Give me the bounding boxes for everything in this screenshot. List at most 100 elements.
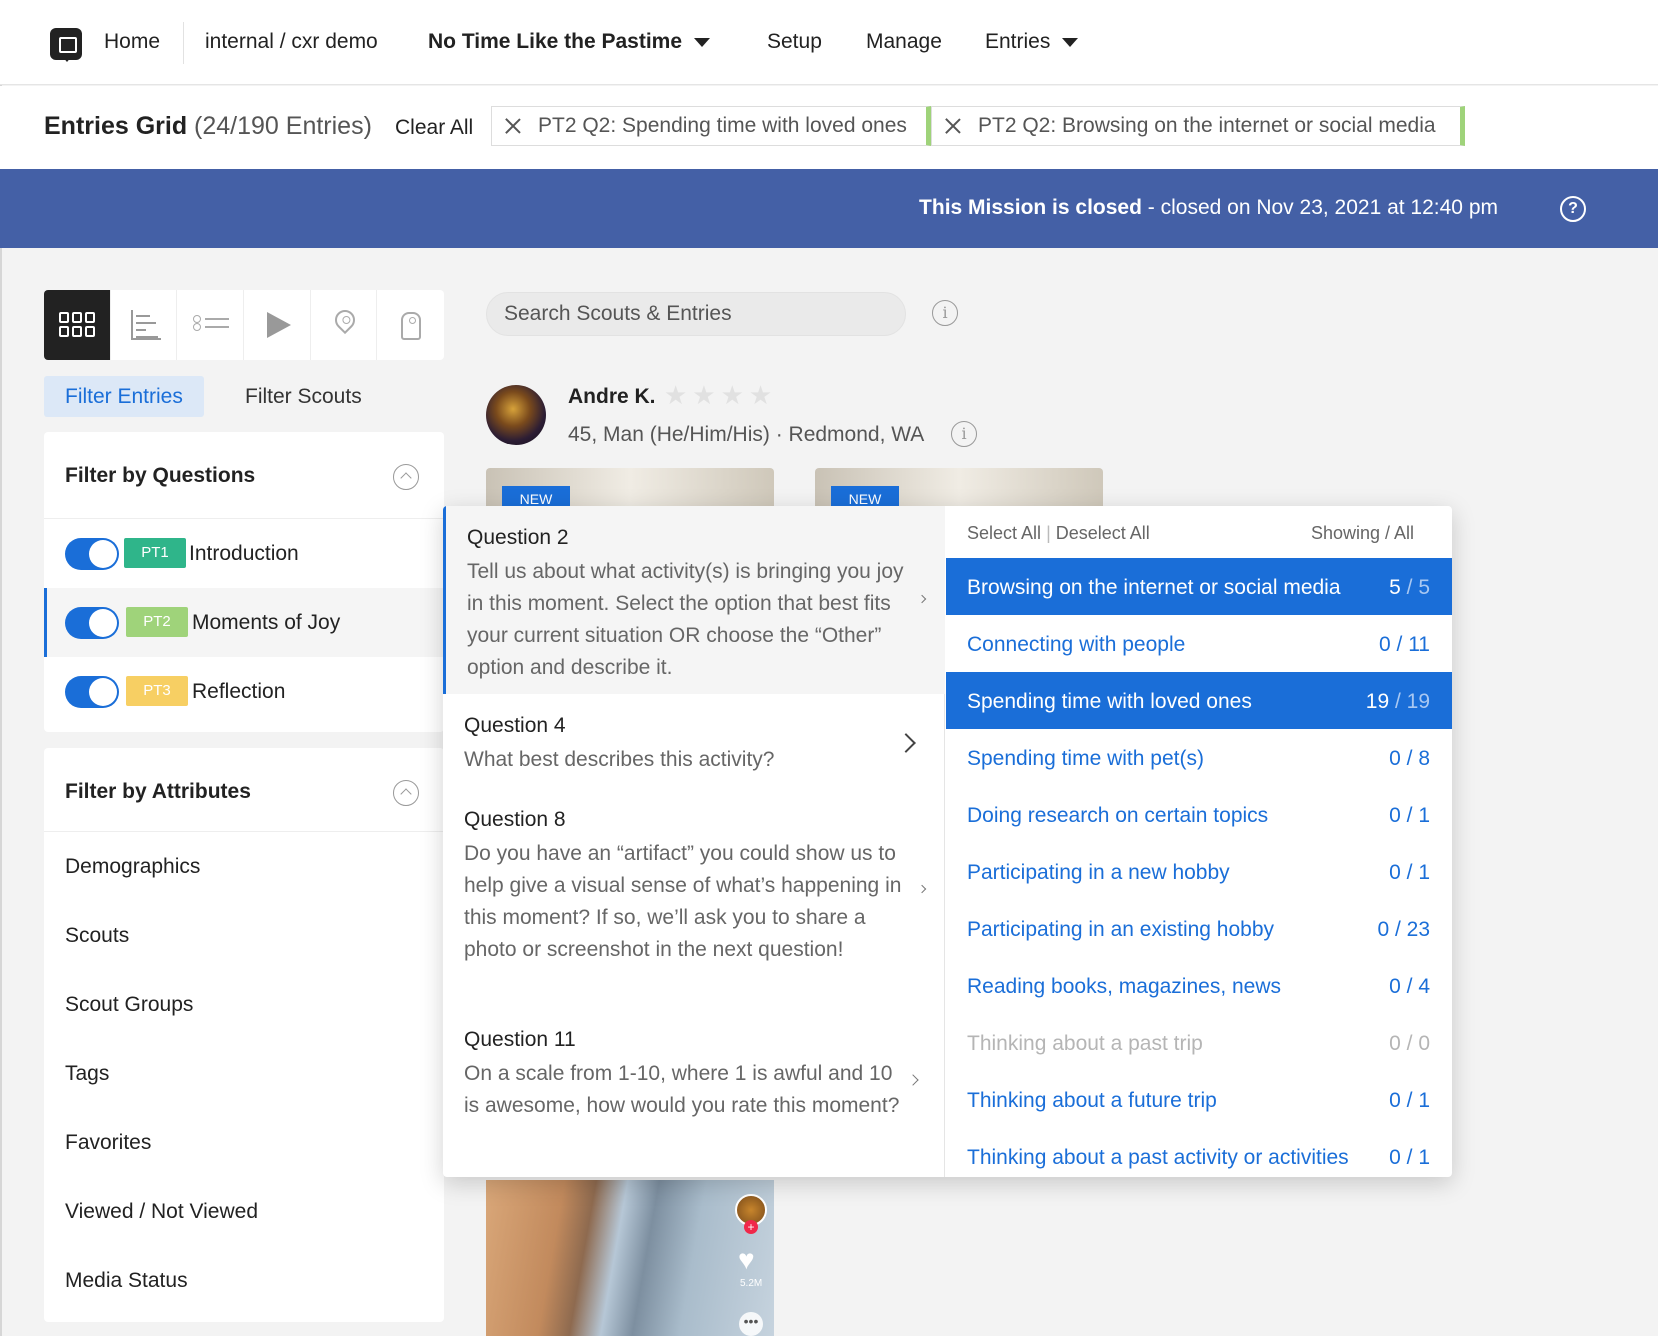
attribute-item[interactable]: Tags [44,1039,444,1108]
new-badge: NEW [502,486,570,508]
entry-thumbnail[interactable]: NEW [486,468,774,508]
clear-all-button[interactable]: Clear All [395,116,473,140]
app-logo-icon[interactable] [50,28,82,62]
showing-all-label: Showing / All [1310,523,1414,543]
answer-count: 0 / 1 [1389,1089,1430,1112]
scout-name[interactable]: Andre K. [568,385,656,409]
close-icon[interactable] [944,117,962,135]
chevron-down-icon [694,37,711,47]
search-input[interactable]: Search Scouts & Entries [486,292,906,336]
attribute-item[interactable]: Viewed / Not Viewed [44,1177,444,1246]
info-icon[interactable]: i [932,300,958,326]
nav-manage[interactable]: Manage [866,30,942,54]
tab-filter-entries[interactable]: Filter Entries [44,376,204,417]
answer-count: 0 / 8 [1389,747,1430,770]
help-icon[interactable]: ? [1560,196,1586,222]
question-number: Question 2 [467,526,569,549]
answer-shown: 0 [1389,804,1401,827]
chart-view-tab[interactable] [111,290,178,360]
select-all-button[interactable]: Select All [967,523,1041,543]
answer-option[interactable]: Browsing on the internet or social media… [946,558,1452,615]
answer-shown: 0 [1389,1146,1401,1169]
answer-label: Doing research on certain topics [967,804,1269,827]
collapse-icon[interactable] [393,464,419,490]
nav-entries-label: Entries [985,30,1051,53]
list-icon [193,312,230,338]
answer-option[interactable]: Doing research on certain topics 0 / 1 [946,786,1452,843]
tags-view-tab[interactable] [377,290,444,360]
filter-by-attributes-panel: Filter by Attributes Demographics Scouts… [44,748,444,1322]
question-item[interactable]: Question 4 What best describes this acti… [443,694,945,788]
map-view-tab[interactable] [311,290,378,360]
question-item[interactable]: Question 2 Tell us about what activity(s… [443,506,945,694]
filter-chip[interactable]: PT2 Q2: Browsing on the internet or soci… [931,106,1465,146]
avatar [486,385,546,445]
attribute-item[interactable]: Favorites [44,1108,444,1177]
answer-total-value: 8 [1418,747,1430,770]
answer-total-value: 23 [1406,918,1430,941]
question-part-row[interactable]: PT2 Moments of Joy [44,588,444,657]
question-part-row[interactable]: PT3 Reflection [44,657,444,726]
answer-option[interactable]: Thinking about a past activity or activi… [946,1128,1452,1177]
answer-shown: 0 [1378,633,1391,656]
deselect-all-button[interactable]: Deselect All [1056,523,1150,543]
answer-option[interactable]: Connecting with people 0 / 11 [946,615,1452,672]
question-part-row[interactable]: PT1 Introduction [44,519,444,588]
chevron-right-icon [917,594,927,604]
nav-setup[interactable]: Setup [767,30,822,54]
media-view-tab[interactable] [244,290,311,360]
new-badge: NEW [831,486,899,508]
answer-option[interactable]: Participating in an existing hobby 0 / 2… [946,900,1452,957]
answer-total: / 5 [1406,576,1430,599]
chevron-right-icon [917,884,927,894]
nav-mission-dropdown[interactable]: No Time Like the Pastime [428,30,711,54]
filter-chip[interactable]: PT2 Q2: Spending time with loved ones [491,106,931,146]
answer-option[interactable]: Reading books, magazines, news 0 / 4 [946,957,1452,1014]
nav-workspace[interactable]: internal / cxr demo [205,30,378,54]
collapse-icon[interactable] [393,780,419,806]
question-text: Tell us about what activity(s) is bringi… [467,560,904,679]
part-label: Moments of Joy [192,611,341,634]
question-text: What best describes this activity? [464,748,775,771]
part-badge: PT2 [126,607,188,637]
nav-divider [183,22,184,64]
part-toggle[interactable] [65,538,119,570]
answer-count: 0 / 1 [1389,804,1430,827]
answer-label: Reading books, magazines, news [967,975,1282,998]
question-list: Question 2 Tell us about what activity(s… [443,506,945,1177]
list-view-tab[interactable] [177,290,245,360]
entry-thumbnail[interactable]: NEW [815,468,1103,508]
grid-view-tab[interactable] [44,290,111,360]
answer-total-value: 19 [1406,690,1430,713]
nav-home[interactable]: Home [104,30,160,54]
attribute-item[interactable]: Scout Groups [44,970,444,1039]
part-badge: PT3 [126,676,188,706]
answer-total-value: 0 [1418,1032,1430,1055]
top-nav: Home internal / cxr demo No Time Like th… [0,0,1658,85]
info-icon[interactable]: i [951,421,977,447]
question-item[interactable]: Question 11 On a scale from 1-10, where … [443,1008,945,1177]
answer-option[interactable]: Spending time with loved ones 19 / 19 [946,672,1452,729]
attribute-item[interactable]: Demographics [44,832,444,901]
entry-video-thumbnail[interactable]: + ♥ 5.2M ••• [486,1180,774,1336]
answer-shown: 0 [1389,1032,1401,1055]
nav-entries-dropdown[interactable]: Entries [985,30,1079,54]
rating-stars[interactable]: ★★★★ [664,380,777,411]
banner-bold-text: This Mission is closed [919,196,1142,219]
answer-count: 0 / 11 [1378,633,1430,656]
play-icon [267,312,292,338]
close-icon[interactable] [504,117,522,135]
part-toggle[interactable] [65,607,119,639]
tab-filter-scouts[interactable]: Filter Scouts [224,376,383,417]
answer-option[interactable]: Participating in a new hobby 0 / 1 [946,843,1452,900]
part-toggle[interactable] [65,676,119,708]
panel-title: Filter by Questions [65,464,256,487]
attribute-item[interactable]: Media Status [44,1246,444,1315]
plus-icon: + [744,1220,758,1234]
answer-option[interactable]: Spending time with pet(s) 0 / 8 [946,729,1452,786]
nav-mission-label: No Time Like the Pastime [428,30,683,53]
answer-option[interactable]: Thinking about a future trip 0 / 1 [946,1071,1452,1128]
answer-count: 0 / 1 [1389,861,1430,884]
attribute-item[interactable]: Scouts [44,901,444,970]
question-item[interactable]: Question 8 Do you have an “artifact” you… [443,788,945,998]
